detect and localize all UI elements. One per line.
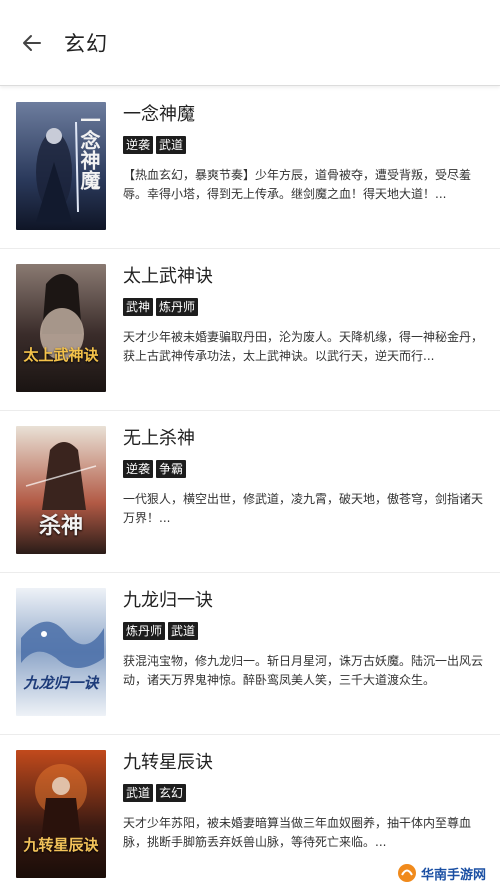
book-description: 天才少年被未婚妻骗取丹田，沦为废人。天降机缘，得一神秘金丹，获上古武神传承功法，… <box>123 330 483 363</box>
tag-list: 炼丹师 武道 <box>123 622 483 642</box>
book-cover[interactable]: 九龙归一诀 <box>16 588 106 716</box>
tag[interactable]: 武道 <box>156 136 187 154</box>
tag-list: 逆袭 武道 <box>123 136 483 156</box>
tag[interactable]: 武道 <box>168 622 199 640</box>
tag[interactable]: 炼丹师 <box>123 622 166 640</box>
tag-list: 武道 玄幻 <box>123 784 483 804</box>
tag[interactable]: 武神 <box>123 298 154 316</box>
book-item[interactable]: 九龙归一诀 九龙归一诀 炼丹师 武道 获混沌宝物，修九龙归一。斩日月星河，诛万古… <box>0 573 500 735</box>
tag-list: 逆袭 争霸 <box>123 460 483 480</box>
logo-icon <box>397 864 416 882</box>
tag-list: 武神 炼丹师 <box>123 298 483 318</box>
page-title: 玄幻 <box>64 31 108 56</box>
tag[interactable]: 武道 <box>123 784 154 802</box>
book-title[interactable]: 九转星辰诀 <box>123 750 483 776</box>
tag[interactable]: 争霸 <box>156 460 187 478</box>
back-button[interactable] <box>12 23 52 63</box>
book-cover[interactable]: 杀神 <box>16 426 106 554</box>
book-title[interactable]: 无上杀神 <box>123 426 483 452</box>
cover-title: 太上武神诀 <box>23 346 99 364</box>
tag[interactable]: 逆袭 <box>123 460 154 478</box>
book-description: 一代狠人，横空出世，修武道，凌九霄，破天地，傲苍穹，剑指诸天万界！... <box>123 492 483 525</box>
book-title[interactable]: 九龙归一诀 <box>123 588 483 614</box>
arrow-left-icon <box>23 34 41 51</box>
cover-title: 九龙归一诀 <box>23 674 99 692</box>
watermark-text: 华南手游网 <box>420 867 486 883</box>
cover-title: 九转星辰诀 <box>23 836 99 854</box>
book-cover[interactable]: 一念神魔 <box>16 102 106 230</box>
watermark: 华南手游网 <box>390 860 492 886</box>
book-cover[interactable]: 太上武神诀 <box>16 264 106 392</box>
book-description: 【热血玄幻，暴爽节奏】少年方辰，道骨被夺，遭受背叛，受尽羞辱。幸得小塔，得到无上… <box>123 168 472 201</box>
book-item[interactable]: 一念神魔 一念神魔 逆袭 武道 【热血玄幻，暴爽节奏】少年方辰，道骨被夺，遭受背… <box>0 87 500 249</box>
tag[interactable]: 炼丹师 <box>156 298 199 316</box>
cover-title: 杀神 <box>38 513 83 539</box>
book-title[interactable]: 一念神魔 <box>123 102 483 128</box>
book-list: 一念神魔 一念神魔 逆袭 武道 【热血玄幻，暴爽节奏】少年方辰，道骨被夺，遭受背… <box>0 87 500 890</box>
book-item[interactable]: 杀神 无上杀神 逆袭 争霸 一代狠人，横空出世，修武道，凌九霄，破天地，傲苍穹，… <box>0 411 500 573</box>
tag[interactable]: 逆袭 <box>123 136 154 154</box>
book-cover[interactable]: 九转星辰诀 <box>16 750 106 878</box>
book-item[interactable]: 太上武神诀 太上武神诀 武神 炼丹师 天才少年被未婚妻骗取丹田，沦为废人。天降机… <box>0 249 500 411</box>
cover-title: 一念神魔 <box>77 110 101 190</box>
book-description: 获混沌宝物，修九龙归一。斩日月星河，诛万古妖魔。陆沉一出风云动，诸天万界鬼神惊。… <box>123 654 483 687</box>
app-header: 玄幻 <box>0 0 500 86</box>
tag[interactable]: 玄幻 <box>156 784 187 802</box>
book-title[interactable]: 太上武神诀 <box>123 264 483 290</box>
book-description: 天才少年苏阳，被未婚妻暗算当做三年血奴圈养，抽干体内至尊血脉，挑断手脚筋丢弃妖兽… <box>123 816 472 849</box>
